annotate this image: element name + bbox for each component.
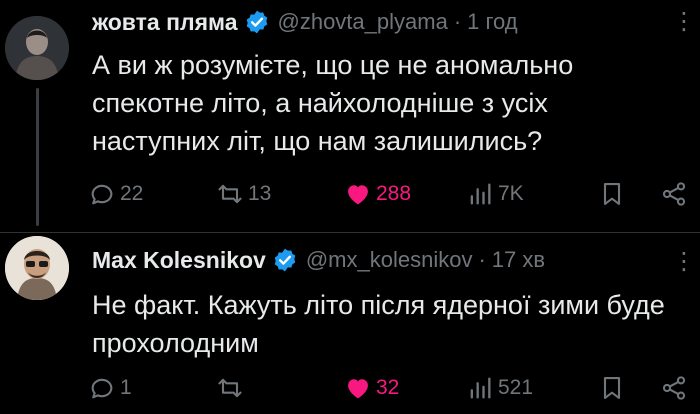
reply-button[interactable]: 22 bbox=[88, 176, 143, 212]
tweet-text: А ви ж розумієте, що це не аномально спе… bbox=[92, 50, 574, 156]
timestamp[interactable]: 17 хв bbox=[492, 247, 545, 273]
like-count: 32 bbox=[376, 376, 400, 399]
tweet-2[interactable]: Max Kolesnikov @mx_kolesnikov · 17 хв ⋮ … bbox=[0, 236, 700, 414]
action-bar: 1 32 521 bbox=[88, 370, 694, 406]
reply-icon bbox=[91, 378, 113, 399]
separator-dot: · bbox=[478, 247, 486, 272]
share-icon bbox=[662, 376, 686, 400]
separator-dot: · bbox=[453, 9, 462, 34]
like-count: 288 bbox=[376, 182, 412, 205]
author-handle[interactable]: @mx_kolesnikov bbox=[306, 247, 473, 273]
verified-badge-icon bbox=[272, 247, 298, 273]
heart-icon bbox=[348, 185, 368, 205]
tweet-text: Не факт. Кажуть літо після ядерної зими … bbox=[92, 290, 665, 358]
tweet-1[interactable]: жовта пляма @zhovta_plyama · 1 год ⋮ А в… bbox=[0, 0, 700, 232]
views-icon bbox=[470, 183, 491, 205]
bookmark-icon bbox=[603, 183, 621, 205]
share-button[interactable] bbox=[660, 370, 688, 406]
views-button[interactable]: 7K bbox=[466, 176, 524, 212]
divider bbox=[0, 232, 700, 233]
more-icon[interactable]: ⋮ bbox=[672, 8, 696, 36]
thread-line bbox=[36, 88, 39, 226]
bookmark-button[interactable] bbox=[598, 370, 626, 406]
reply-icon bbox=[91, 184, 113, 205]
reply-button[interactable]: 1 bbox=[88, 370, 132, 406]
avatar[interactable] bbox=[5, 16, 69, 80]
bookmark-icon bbox=[603, 377, 621, 399]
author-handle[interactable]: @zhovta_plyama bbox=[278, 9, 448, 35]
repost-icon bbox=[218, 378, 242, 398]
bookmark-button[interactable] bbox=[598, 176, 626, 212]
avatar-image-icon bbox=[5, 236, 69, 300]
view-count: 521 bbox=[498, 376, 534, 399]
avatar-image-icon bbox=[5, 16, 69, 80]
avatar[interactable] bbox=[5, 236, 69, 300]
repost-icon bbox=[218, 184, 242, 204]
views-button[interactable]: 521 bbox=[466, 370, 533, 406]
heart-icon bbox=[348, 379, 368, 399]
tweet-header: Max Kolesnikov @mx_kolesnikov · 17 хв bbox=[92, 244, 545, 276]
view-count: 7K bbox=[498, 182, 524, 205]
views-icon bbox=[470, 377, 491, 399]
like-button[interactable]: 32 bbox=[344, 370, 399, 406]
share-icon bbox=[662, 182, 686, 206]
share-button[interactable] bbox=[660, 176, 688, 212]
more-icon[interactable]: ⋮ bbox=[672, 248, 696, 276]
timestamp[interactable]: 1 год bbox=[467, 9, 517, 35]
author-name[interactable]: Max Kolesnikov bbox=[92, 247, 266, 274]
reply-count: 22 bbox=[120, 182, 144, 205]
repost-button[interactable]: 13 bbox=[216, 176, 271, 212]
repost-button[interactable] bbox=[216, 370, 248, 406]
tweet-header: жовта пляма @zhovta_plyama · 1 год bbox=[92, 6, 518, 38]
action-bar: 22 13 288 7K bbox=[88, 176, 694, 212]
repost-count: 13 bbox=[248, 182, 272, 205]
like-button[interactable]: 288 bbox=[344, 176, 411, 212]
verified-badge-icon bbox=[244, 9, 270, 35]
author-name[interactable]: жовта пляма bbox=[92, 9, 238, 36]
reply-count: 1 bbox=[120, 376, 132, 399]
